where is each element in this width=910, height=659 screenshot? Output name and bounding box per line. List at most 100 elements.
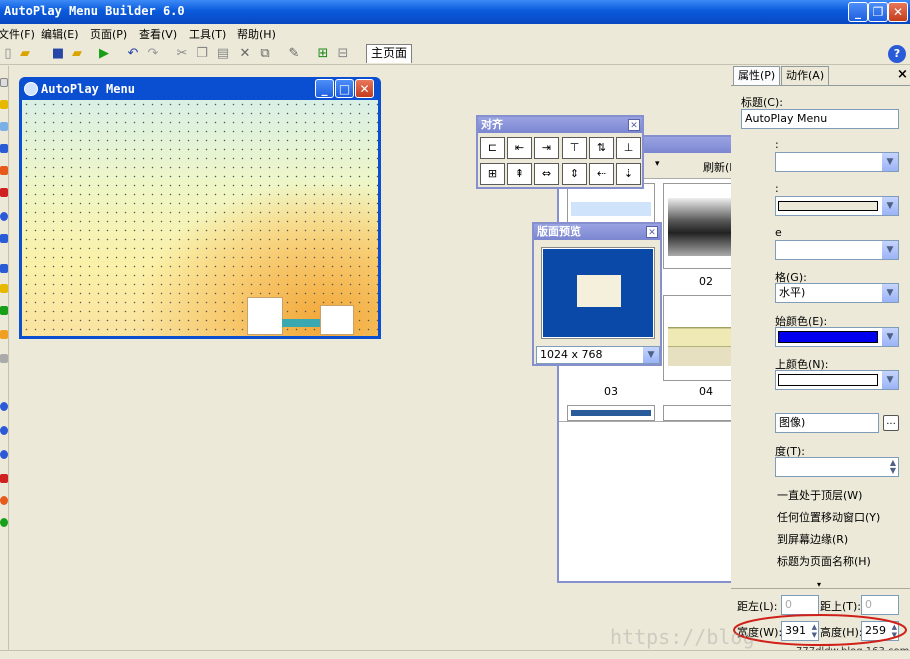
- image-tool-icon[interactable]: [0, 122, 8, 131]
- image-field[interactable]: 图像): [775, 413, 879, 433]
- play-icon[interactable]: ▶: [96, 46, 112, 62]
- screen-preview[interactable]: [541, 247, 655, 339]
- minimize-button[interactable]: _: [848, 2, 868, 22]
- menu-help[interactable]: 帮助(H): [237, 26, 276, 42]
- save-icon[interactable]: ■: [50, 46, 66, 62]
- resolution-select[interactable]: 1024 x 768 ▼: [536, 346, 660, 364]
- menu-view[interactable]: 查看(V): [139, 26, 177, 42]
- menu-file[interactable]: 文件(F): [0, 26, 35, 42]
- space-v-button[interactable]: ⇞: [507, 163, 532, 185]
- property-panel: 属性(P) 动作(A) × 标题(C): AutoPlay Menu : ▼ :…: [731, 66, 910, 659]
- remove-page-icon[interactable]: ⊟: [335, 46, 351, 62]
- spinner-arrows-icon[interactable]: ▲ ▼: [890, 459, 896, 475]
- add-page-icon[interactable]: ⊞: [315, 46, 331, 62]
- menu-edit[interactable]: 编辑(E): [41, 26, 79, 42]
- paste-icon[interactable]: ▤: [215, 46, 231, 62]
- center-h-button[interactable]: ⇠: [589, 163, 614, 185]
- chevron-down-icon[interactable]: ▼: [881, 328, 898, 346]
- maximize-button[interactable]: ❐: [868, 2, 888, 22]
- duplicate-icon[interactable]: ⧉: [257, 46, 273, 62]
- layout-preview-close[interactable]: ✕: [646, 226, 658, 238]
- link-tool-icon[interactable]: [0, 284, 8, 293]
- browse-button[interactable]: ...: [883, 415, 899, 431]
- window-position-marker[interactable]: [577, 275, 621, 307]
- delete-icon[interactable]: ✕: [237, 46, 253, 62]
- align-middle-button[interactable]: ⇅: [589, 137, 614, 159]
- design-window[interactable]: AutoPlay Menu _ □ ✕: [19, 77, 381, 339]
- sound-tool-icon[interactable]: [0, 518, 8, 527]
- center-v-button[interactable]: ⇣: [616, 163, 641, 185]
- close-button[interactable]: ✕: [888, 2, 908, 22]
- align-palette[interactable]: 对齐 ✕ ⊏ ⇤ ⇥ ⊤ ⇅ ⊥ ⊞ ⇞ ⇔ ⇕ ⇠ ⇣: [476, 115, 644, 189]
- dropdown-arrow-icon[interactable]: ▾: [655, 159, 660, 169]
- new-icon[interactable]: ▯: [0, 46, 16, 62]
- align-palette-close[interactable]: ✕: [628, 119, 640, 131]
- menu-page[interactable]: 页面(P): [90, 26, 127, 42]
- title-input[interactable]: AutoPlay Menu: [741, 109, 899, 129]
- text-tool-icon[interactable]: [0, 100, 8, 109]
- timer-tool-icon[interactable]: [0, 496, 8, 505]
- label-tool-icon[interactable]: [0, 264, 8, 273]
- same-width-button[interactable]: ⇔: [534, 163, 559, 185]
- chevron-down-icon[interactable]: ▼: [881, 153, 898, 171]
- checkbox-topmost[interactable]: 一直处于顶层(W): [777, 487, 862, 503]
- same-height-button[interactable]: ⇕: [562, 163, 587, 185]
- open-folder-icon[interactable]: ▰: [69, 46, 85, 62]
- start-color-select[interactable]: ▼: [775, 327, 899, 347]
- chevron-down-icon[interactable]: ▼: [642, 347, 659, 363]
- align-left-button[interactable]: ⊏: [480, 137, 505, 159]
- design-minimize-button[interactable]: _: [315, 79, 334, 98]
- color-select[interactable]: ▼: [775, 196, 899, 216]
- chevron-down-icon[interactable]: ▼: [881, 371, 898, 389]
- design-maximize-button[interactable]: □: [335, 79, 354, 98]
- space-h-button[interactable]: ⊞: [480, 163, 505, 185]
- menu-tools[interactable]: 工具(T): [189, 26, 226, 42]
- background-house: [320, 305, 354, 335]
- web-tool-icon[interactable]: [0, 402, 8, 411]
- tab-actions[interactable]: 动作(A): [781, 66, 830, 85]
- checkbox-snap-edge[interactable]: 到屏幕边缘(R): [777, 531, 848, 547]
- flash-tool-icon[interactable]: [0, 234, 8, 243]
- media-tool-icon[interactable]: [0, 212, 8, 221]
- style-select[interactable]: 水平) ▼: [775, 283, 899, 303]
- shape-tool-icon[interactable]: [0, 166, 8, 175]
- select-field[interactable]: ▼: [775, 152, 899, 172]
- select-tool-icon[interactable]: [0, 78, 8, 87]
- layout-preview-palette[interactable]: 版面预览 ✕ 1024 x 768 ▼: [532, 222, 662, 366]
- align-top-button[interactable]: ⊤: [562, 137, 587, 159]
- check-tool-icon[interactable]: [0, 306, 8, 315]
- edit-icon[interactable]: ✎: [286, 46, 302, 62]
- undo-icon[interactable]: ↶: [125, 46, 141, 62]
- exit-tool-icon[interactable]: [0, 474, 8, 483]
- list-tool-icon[interactable]: [0, 330, 8, 339]
- design-canvas[interactable]: [22, 100, 378, 336]
- globe-tool-icon[interactable]: [0, 426, 8, 435]
- opacity-spinner[interactable]: ▲ ▼: [775, 457, 899, 477]
- redo-icon[interactable]: ↷: [145, 46, 161, 62]
- align-center-h-button[interactable]: ⇤: [507, 137, 532, 159]
- close-icon[interactable]: ×: [897, 67, 908, 82]
- design-close-button[interactable]: ✕: [355, 79, 374, 98]
- checkbox-move-anywhere[interactable]: 任何位置移动窗口(Y): [777, 509, 880, 525]
- help-icon[interactable]: ?: [888, 45, 906, 63]
- hotspot-tool-icon[interactable]: [0, 188, 8, 197]
- select-field[interactable]: ▼: [775, 240, 899, 260]
- chevron-down-icon[interactable]: ▼: [881, 241, 898, 259]
- template-thumbnail[interactable]: [567, 183, 655, 227]
- cd-tool-icon[interactable]: [0, 450, 8, 459]
- chevron-down-icon[interactable]: ▼: [881, 197, 898, 215]
- frame-tool-icon[interactable]: [0, 354, 8, 363]
- tab-properties[interactable]: 属性(P): [733, 66, 781, 85]
- end-color-select[interactable]: ▼: [775, 370, 899, 390]
- copy-icon[interactable]: ❐: [194, 46, 210, 62]
- template-thumbnail[interactable]: [567, 405, 655, 421]
- chevron-down-icon[interactable]: ▼: [881, 284, 898, 302]
- align-right-button[interactable]: ⇥: [534, 137, 559, 159]
- open-icon[interactable]: ▰: [17, 46, 33, 62]
- checkbox-title-page-name[interactable]: 标题为页面名称(H): [777, 553, 871, 569]
- thumbnail-label: 03: [604, 385, 618, 398]
- tab-main-page[interactable]: 主页面: [366, 44, 413, 63]
- cut-icon[interactable]: ✂: [174, 46, 190, 62]
- align-bottom-button[interactable]: ⊥: [616, 137, 641, 159]
- button-tool-icon[interactable]: [0, 144, 8, 153]
